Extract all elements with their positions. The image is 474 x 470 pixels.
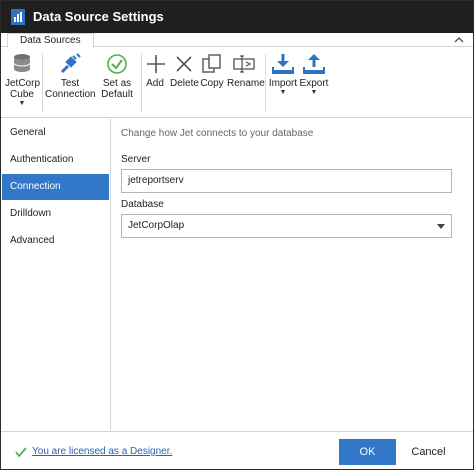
- tab-data-sources[interactable]: Data Sources: [7, 33, 94, 48]
- test-connection-button[interactable]: Test Connection: [45, 52, 96, 100]
- copy-label: Copy: [200, 78, 224, 89]
- jetcorp-cube-label: JetCorp Cube: [5, 78, 41, 100]
- chevron-down-icon: ▼: [310, 89, 318, 96]
- footer-bar: You are licensed as a Designer. OK Cance…: [1, 431, 473, 469]
- rename-label: Rename: [227, 78, 265, 89]
- rename-icon: [233, 55, 255, 73]
- server-label: Server: [121, 154, 151, 165]
- plug-connection-icon: [60, 53, 81, 74]
- check-circle-icon: [107, 54, 127, 74]
- database-value: JetCorpOlap: [128, 220, 185, 231]
- cancel-button[interactable]: Cancel: [400, 439, 457, 465]
- sidebar-item-general[interactable]: General: [2, 120, 109, 146]
- export-label: Export: [299, 78, 329, 89]
- database-select[interactable]: JetCorpOlap: [121, 214, 452, 238]
- data-source-settings-window: Data Source Settings Data Sources JetCor…: [0, 0, 474, 470]
- database-label: Database: [121, 199, 164, 210]
- window-title: Data Source Settings: [33, 9, 164, 24]
- add-button[interactable]: Add: [144, 52, 166, 89]
- database-icon: [13, 54, 31, 72]
- checkmark-icon: [15, 447, 27, 458]
- upload-tray-icon: [303, 54, 325, 74]
- sidebar-item-advanced[interactable]: Advanced: [2, 228, 109, 254]
- license-link[interactable]: You are licensed as a Designer.: [32, 446, 172, 457]
- import-label: Import: [268, 78, 298, 89]
- connection-panel: Change how Jet connects to your database…: [112, 119, 473, 430]
- plus-icon: [147, 55, 165, 73]
- sidebar-item-drilldown[interactable]: Drilldown: [2, 201, 109, 227]
- set-as-default-button[interactable]: Set as Default: [98, 52, 136, 100]
- rename-button[interactable]: Rename: [227, 52, 265, 89]
- ribbon-separator: [141, 54, 142, 112]
- import-button[interactable]: Import ▼: [268, 52, 298, 97]
- chevron-down-icon: ▼: [18, 100, 26, 107]
- export-button[interactable]: Export ▼: [299, 52, 329, 97]
- copy-button[interactable]: Copy: [200, 52, 224, 89]
- dropdown-arrow-icon[interactable]: [437, 224, 445, 229]
- ok-button[interactable]: OK: [339, 439, 396, 465]
- close-icon: [176, 56, 192, 72]
- set-as-default-label: Set as Default: [101, 78, 133, 100]
- tab-strip: Data Sources: [1, 33, 473, 48]
- sidebar-item-authentication[interactable]: Authentication: [2, 147, 109, 173]
- test-connection-label: Test Connection: [45, 78, 96, 100]
- copy-icon: [202, 54, 221, 73]
- ribbon-toolbar: JetCorp Cube ▼ Test Connection Set as De…: [1, 48, 473, 118]
- jetcorp-cube-button[interactable]: JetCorp Cube ▼: [5, 52, 41, 108]
- ribbon-separator: [265, 54, 266, 112]
- sidebar-item-connection[interactable]: Connection: [2, 174, 109, 200]
- section-heading: Change how Jet connects to your database: [121, 128, 314, 139]
- ribbon-separator: [42, 54, 43, 112]
- settings-sidebar: General Authentication Connection Drilld…: [1, 119, 111, 430]
- app-chart-icon: [11, 9, 25, 25]
- server-input[interactable]: jetreportserv: [121, 169, 452, 193]
- add-label: Add: [146, 78, 164, 89]
- delete-label: Delete: [170, 78, 199, 89]
- collapse-ribbon-icon[interactable]: [453, 34, 465, 46]
- download-tray-icon: [272, 54, 294, 74]
- chevron-down-icon: ▼: [279, 89, 287, 96]
- title-bar: Data Source Settings: [1, 1, 473, 33]
- delete-button[interactable]: Delete: [170, 52, 199, 89]
